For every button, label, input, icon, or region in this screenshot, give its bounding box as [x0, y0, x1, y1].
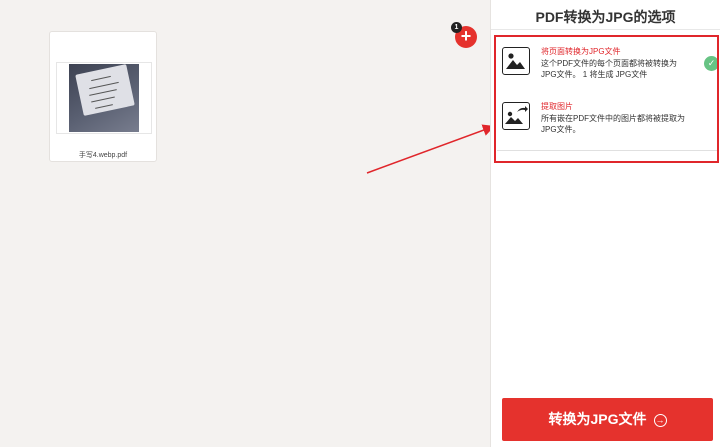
panel-title: PDF转换为JPG的选项 — [535, 9, 676, 25]
highlight-box — [494, 35, 719, 163]
arrow-right-circle-icon: → — [653, 414, 667, 427]
arrow-line — [366, 124, 495, 174]
convert-button[interactable]: 转换为JPG文件 → — [502, 398, 713, 441]
options-panel: PDF转换为JPG的选项 将页面转换为JPG文件 这个PDF文件的每个页面都将被… — [490, 0, 720, 447]
panel-divider — [491, 29, 720, 30]
convert-button-label: 转换为JPG文件 — [548, 411, 647, 427]
